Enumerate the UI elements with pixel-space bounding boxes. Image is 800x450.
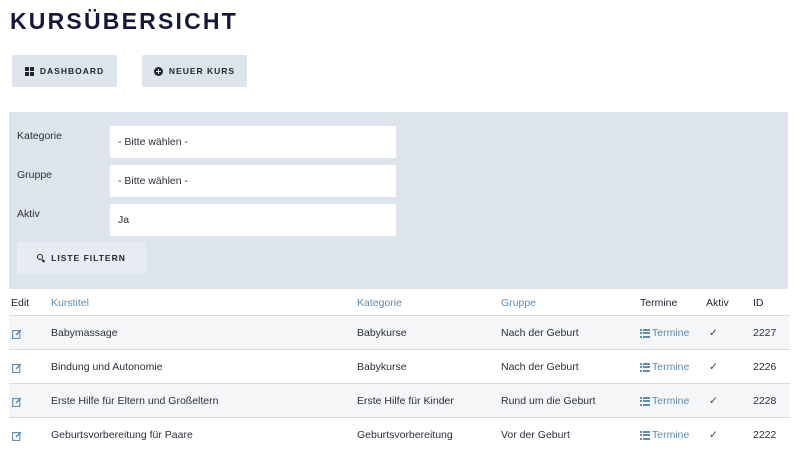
dates-link[interactable]: Termine <box>640 361 689 373</box>
course-group: Rund um die Geburt <box>501 395 596 407</box>
active-check-icon: ✓ <box>709 327 718 339</box>
group-select[interactable]: - Bitte wählen - <box>110 165 396 197</box>
list-icon <box>640 328 650 338</box>
course-category: Erste Hilfe für Kinder <box>357 395 454 407</box>
table-row: Erste Hilfe für Eltern und Großeltern Ers… <box>9 383 790 417</box>
column-header-title[interactable]: Kurstitel <box>51 297 89 309</box>
active-check-icon: ✓ <box>709 361 718 373</box>
new-course-button-label: NEUER KURS <box>168 66 236 76</box>
page-title: KURSÜBERSICHT <box>10 8 238 34</box>
dates-link-label: Termine <box>652 429 690 441</box>
edit-icon[interactable] <box>12 360 22 378</box>
course-id: 2227 <box>753 327 777 339</box>
dates-link[interactable]: Termine <box>640 395 689 407</box>
column-header-group[interactable]: Gruppe <box>501 297 536 309</box>
group-filter-label: Gruppe <box>17 169 53 181</box>
course-group: Vor der Geburt <box>501 429 570 441</box>
edit-icon[interactable] <box>12 326 22 344</box>
course-title: Bindung und Autonomie <box>51 361 163 373</box>
course-category: Geburtsvorbereitung <box>357 429 453 441</box>
list-icon <box>640 362 650 372</box>
category-select-value: - Bitte wählen - <box>118 136 189 148</box>
list-icon <box>640 430 650 440</box>
dates-link-label: Termine <box>652 327 690 339</box>
active-select[interactable]: Ja <box>110 204 396 236</box>
course-table: Edit Kurstitel Kategorie Gruppe Termine … <box>9 293 790 450</box>
course-group: Nach der Geburt <box>501 361 579 373</box>
column-header-dates: Termine <box>640 297 678 309</box>
column-header-active: Aktiv <box>706 297 729 309</box>
active-check-icon: ✓ <box>709 429 718 441</box>
edit-icon[interactable] <box>12 394 22 412</box>
course-category: Babykurse <box>357 361 407 373</box>
course-category: Babykurse <box>357 327 407 339</box>
filter-panel: Kategorie - Bitte wählen - Gruppe - Bitt… <box>9 112 788 289</box>
filter-list-button-label: LISTE FILTERN <box>51 253 126 263</box>
search-icon <box>37 254 45 262</box>
course-id: 2226 <box>753 361 777 373</box>
dates-link-label: Termine <box>652 361 690 373</box>
course-group: Nach der Geburt <box>501 327 579 339</box>
active-filter-label: Aktiv <box>17 208 40 220</box>
active-check-icon: ✓ <box>709 395 718 407</box>
column-header-category[interactable]: Kategorie <box>357 297 402 309</box>
column-header-id: ID <box>753 297 764 309</box>
dates-link-label: Termine <box>652 395 690 407</box>
new-course-button[interactable]: NEUER KURS <box>142 55 247 87</box>
category-select[interactable]: - Bitte wählen - <box>110 126 396 158</box>
dates-link[interactable]: Termine <box>640 429 689 441</box>
column-header-edit: Edit <box>11 297 30 309</box>
active-select-value: Ja <box>118 214 130 226</box>
course-id: 2228 <box>753 395 777 407</box>
course-title: Geburtsvorbereitung für Paare <box>51 429 193 441</box>
plus-circle-icon <box>153 66 163 76</box>
category-filter-label: Kategorie <box>17 130 62 142</box>
course-title: Babymassage <box>51 327 118 339</box>
filter-list-button[interactable]: LISTE FILTERN <box>17 242 146 274</box>
group-select-value: - Bitte wählen - <box>118 175 189 187</box>
dashboard-button[interactable]: DASHBOARD <box>12 55 117 87</box>
list-icon <box>640 396 650 406</box>
course-title: Erste Hilfe für Eltern und Großeltern <box>51 395 219 407</box>
table-row: Babymassage Babykurse Nach der Geburt Termi… <box>9 315 790 349</box>
course-id: 2222 <box>753 429 777 441</box>
dashboard-button-label: DASHBOARD <box>39 66 105 76</box>
table-header: Edit Kurstitel Kategorie Gruppe Termine … <box>9 293 790 315</box>
dates-link[interactable]: Termine <box>640 327 689 339</box>
table-row: Geburtsvorbereitung für Paare Geburtsvorb… <box>9 417 790 450</box>
table-row: Bindung und Autonomie Babykurse Nach der G… <box>9 349 790 383</box>
grid-icon <box>24 66 34 76</box>
edit-icon[interactable] <box>12 428 22 446</box>
